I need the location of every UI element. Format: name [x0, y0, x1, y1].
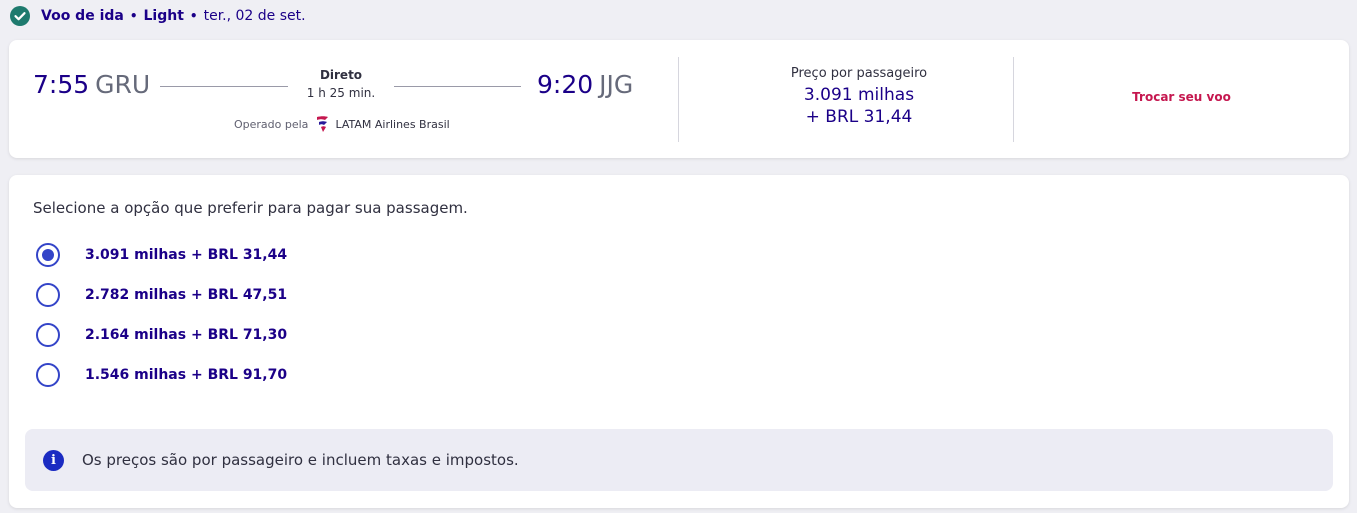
payment-option-label[interactable]: 2.164 milhas + BRL 71,30	[85, 327, 287, 343]
payment-option-label[interactable]: 1.546 milhas + BRL 91,70	[85, 367, 287, 383]
payment-option[interactable]: 1.546 milhas + BRL 91,70	[36, 362, 287, 388]
payment-options-card: Selecione a opção que preferir para paga…	[9, 175, 1349, 508]
price-per-passenger: Preço por passageiro 3.091 milhas + BRL …	[709, 66, 1009, 127]
latam-logo-icon	[317, 116, 329, 132]
route-line-right	[394, 86, 521, 87]
radio-button[interactable]	[36, 243, 60, 267]
header-title: Voo de ida	[41, 8, 124, 24]
payment-instruction: Selecione a opção que preferir para paga…	[33, 199, 468, 217]
payment-option[interactable]: 2.164 milhas + BRL 71,30	[36, 322, 287, 348]
arrival: 9:20 JJG	[537, 70, 633, 99]
payment-option-label[interactable]: 2.782 milhas + BRL 47,51	[85, 287, 287, 303]
arrival-time: 9:20	[537, 70, 594, 99]
radio-button[interactable]	[36, 363, 60, 387]
header-separator: •	[189, 9, 198, 23]
flight-summary-card: 7:55 GRU Direto 1 h 25 min. 9:20 JJG Opera…	[9, 40, 1349, 158]
radio-button[interactable]	[36, 323, 60, 347]
info-text: Os preços são por passageiro e incluem t…	[82, 451, 519, 469]
radio-button[interactable]	[36, 283, 60, 307]
airline-name: LATAM Airlines Brasil	[335, 117, 450, 131]
payment-option[interactable]: 2.782 milhas + BRL 47,51	[36, 282, 287, 308]
operated-by-label: Operado pela	[234, 117, 309, 131]
departure-airport-code: GRU	[95, 70, 151, 99]
price-miles: 3.091 milhas	[803, 85, 915, 105]
price-brl: + BRL 31,44	[805, 107, 913, 127]
departure: 7:55 GRU	[33, 70, 150, 99]
price-label: Preço por passageiro	[790, 66, 928, 81]
flight-duration: 1 h 25 min.	[306, 86, 376, 100]
departure-time: 7:55	[33, 70, 90, 99]
divider	[678, 57, 679, 142]
operated-by: Operado pela LATAM Airlines Brasil	[234, 115, 450, 133]
route-line-left	[160, 86, 288, 87]
stop-type: Direto	[319, 68, 363, 82]
payment-option-label[interactable]: 3.091 milhas + BRL 31,44	[85, 247, 287, 263]
info-notice: i Os preços são por passageiro e incluem…	[25, 429, 1333, 491]
header-fare-class: Light	[143, 8, 184, 24]
radio-selected-dot	[42, 249, 54, 261]
divider	[1013, 57, 1014, 142]
payment-option[interactable]: 3.091 milhas + BRL 31,44	[36, 242, 287, 268]
info-icon: i	[43, 449, 64, 471]
header-date: ter., 02 de set.	[203, 8, 306, 24]
check-circle-icon	[10, 6, 30, 26]
header-separator: •	[129, 9, 138, 23]
change-flight-link[interactable]: Trocar seu voo	[1109, 90, 1254, 104]
flight-header: Voo de ida • Light • ter., 02 de set.	[10, 6, 306, 26]
arrival-airport-code: JJG	[599, 70, 634, 99]
